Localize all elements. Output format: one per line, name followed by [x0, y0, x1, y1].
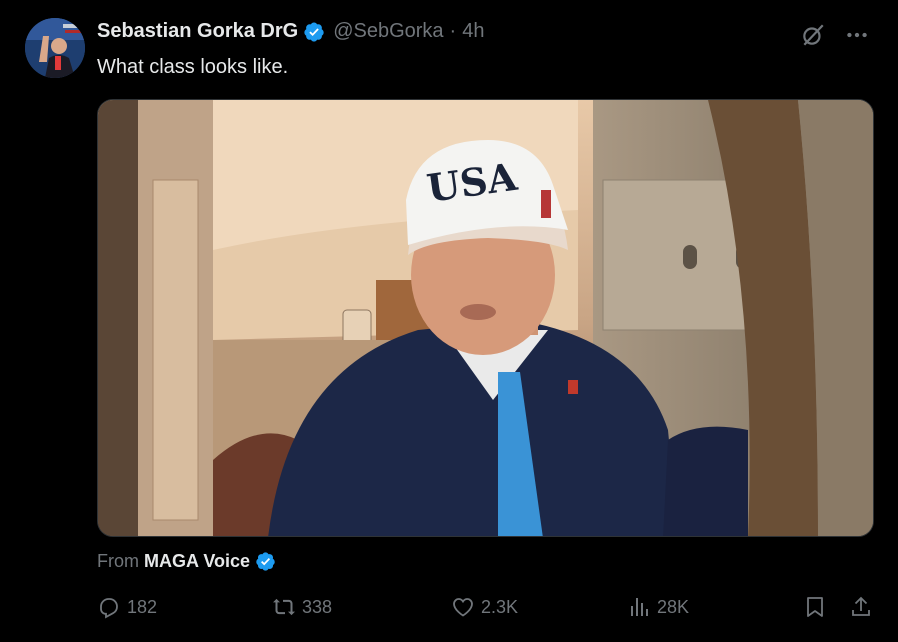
like-count: 2.3K [481, 596, 519, 617]
views-button[interactable]: 28K [627, 595, 689, 619]
avatar[interactable] [25, 18, 85, 78]
source-attribution: From MAGA Voice [97, 551, 276, 572]
repost-button[interactable]: 338 [272, 595, 332, 619]
source-prefix: From [97, 551, 139, 571]
heart-icon [453, 598, 473, 617]
display-name[interactable]: Sebastian Gorka DrG [97, 20, 298, 43]
top-actions [800, 22, 870, 48]
repost-count: 338 [302, 596, 333, 617]
timestamp[interactable]: 4h [462, 20, 484, 43]
tweet-text: What class looks like. [97, 56, 289, 78]
reply-button[interactable]: 182 [97, 595, 157, 619]
tweet-header: Sebastian Gorka DrG @SebGorka · 4h [97, 20, 484, 43]
separator-dot: · [449, 20, 457, 42]
bookmark-icon[interactable] [803, 595, 827, 619]
more-icon[interactable] [844, 22, 870, 48]
view-count: 28K [657, 596, 690, 617]
like-button[interactable]: 2.3K [451, 595, 518, 619]
tweet: Sebastian Gorka DrG @SebGorka · 4h What … [0, 0, 898, 642]
user-handle[interactable]: @SebGorka [333, 20, 443, 43]
video-player[interactable]: USA [97, 99, 874, 537]
views-icon [631, 598, 648, 616]
share-icon[interactable] [849, 595, 873, 619]
verified-badge-icon [256, 552, 275, 571]
reply-count: 182 [127, 596, 158, 617]
avatar-image [25, 18, 85, 78]
reply-icon [100, 598, 118, 619]
verified-badge-icon [304, 21, 324, 42]
source-name[interactable]: MAGA Voice [144, 551, 250, 572]
grok-icon[interactable] [800, 22, 826, 48]
video-frame-image: USA [98, 100, 873, 536]
repost-icon [273, 598, 295, 616]
